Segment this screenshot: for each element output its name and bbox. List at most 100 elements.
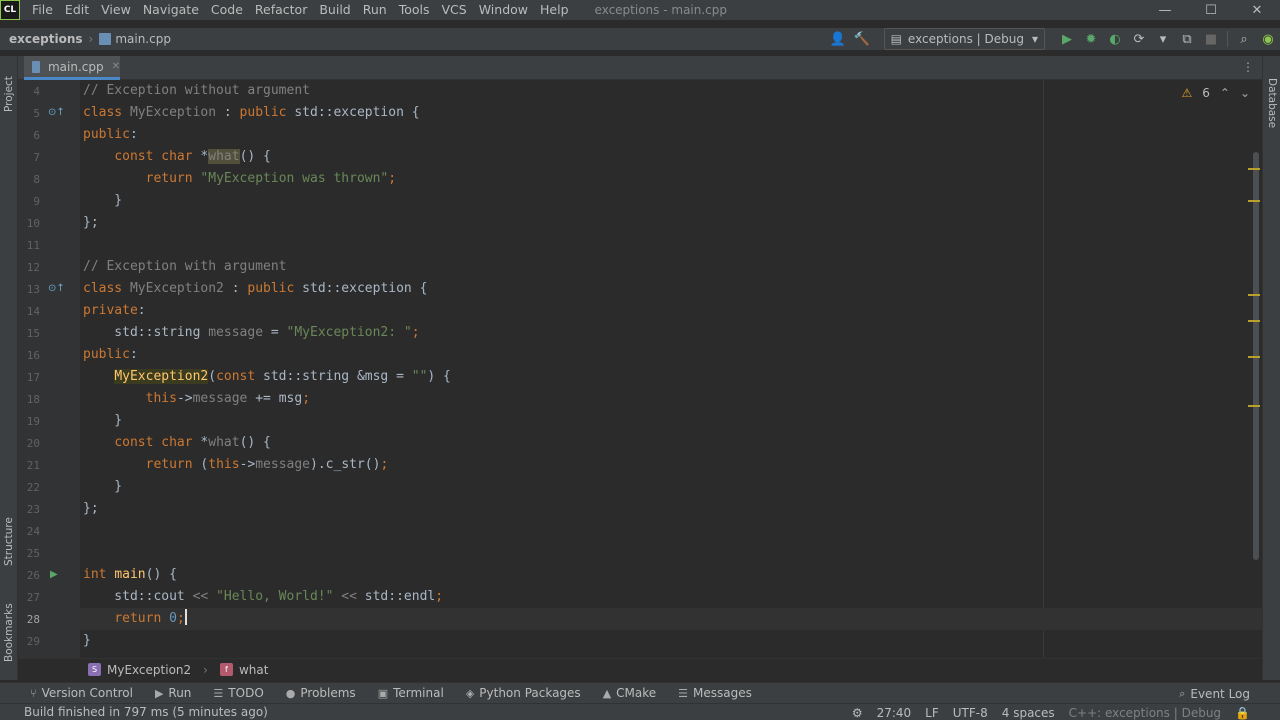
search-icon[interactable]: ⌕ xyxy=(1232,28,1256,50)
line-number[interactable]: 19 xyxy=(18,415,40,428)
bookmarks-tool-tab[interactable]: Bookmarks xyxy=(2,596,16,662)
build-hammer-icon[interactable]: 🔨 xyxy=(850,28,874,50)
menu-item-refactor[interactable]: Refactor xyxy=(249,0,313,20)
warning-mark[interactable] xyxy=(1248,294,1260,296)
previous-highlight-icon[interactable]: ⌃ xyxy=(1220,86,1230,100)
code-line[interactable]: // Exception with argument xyxy=(83,256,287,278)
menu-item-help[interactable]: Help xyxy=(534,0,575,20)
line-number[interactable]: 10 xyxy=(18,217,40,230)
event-log-button[interactable]: ⌕ Event Log xyxy=(1179,683,1250,704)
code-line[interactable]: }; xyxy=(83,498,99,520)
line-number[interactable]: 24 xyxy=(18,525,40,538)
line-number[interactable]: 12 xyxy=(18,261,40,274)
code-line[interactable]: } xyxy=(83,476,122,498)
status-message[interactable]: Build finished in 797 ms (5 minutes ago) xyxy=(24,705,268,719)
lock-icon[interactable]: 🔒 xyxy=(1235,706,1250,720)
more-vertical-icon[interactable]: ⋮ xyxy=(1242,60,1254,74)
line-number[interactable]: 21 xyxy=(18,459,40,472)
tool-window-problems[interactable]: ● Problems xyxy=(286,686,356,700)
menu-item-edit[interactable]: Edit xyxy=(59,0,95,20)
warning-mark[interactable] xyxy=(1248,168,1260,170)
menu-item-window[interactable]: Window xyxy=(473,0,534,20)
line-number[interactable]: 17 xyxy=(18,371,40,384)
tool-window-version-control[interactable]: ⑂ Version Control xyxy=(30,686,133,700)
code-line[interactable]: public: xyxy=(83,344,138,366)
line-separator[interactable]: LF xyxy=(925,706,939,720)
line-number[interactable]: 23 xyxy=(18,503,40,516)
tool-window-python-packages[interactable]: ◈ Python Packages xyxy=(466,686,581,700)
close-icon[interactable]: ✕ xyxy=(1234,0,1280,20)
code-line[interactable]: class MyException2 : public std::excepti… xyxy=(83,278,427,300)
implemented-icon[interactable]: ⊙↑ xyxy=(48,107,65,118)
close-tab-icon[interactable]: ✕ xyxy=(112,61,120,72)
caret-position[interactable]: 27:40 xyxy=(877,706,912,720)
tool-window-terminal[interactable]: ▣ Terminal xyxy=(378,686,444,700)
line-number[interactable]: 5 xyxy=(18,107,40,120)
tab-main-cpp[interactable]: main.cpp ✕ xyxy=(24,56,120,80)
inspection-widget[interactable]: ⚠ 6 ⌃ ⌄ xyxy=(1181,86,1250,100)
menu-item-view[interactable]: View xyxy=(95,0,137,20)
line-number[interactable]: 22 xyxy=(18,481,40,494)
code-line[interactable]: } xyxy=(83,410,122,432)
error-stripe[interactable] xyxy=(1248,80,1262,658)
menu-item-tools[interactable]: Tools xyxy=(393,0,436,20)
line-number[interactable]: 18 xyxy=(18,393,40,406)
warning-mark[interactable] xyxy=(1248,200,1260,202)
code-line[interactable]: int main() { xyxy=(83,564,177,586)
indent-setting[interactable]: 4 spaces xyxy=(1002,706,1055,720)
code-line[interactable]: return 0; xyxy=(83,608,187,630)
breadcrumb-item[interactable]: S MyException2 xyxy=(88,663,191,677)
menu-item-build[interactable]: Build xyxy=(313,0,356,20)
line-number[interactable]: 13 xyxy=(18,283,40,296)
maximize-icon[interactable]: ☐ xyxy=(1188,0,1234,20)
code-line[interactable]: return "MyException was thrown"; xyxy=(83,168,396,190)
line-number[interactable]: 6 xyxy=(18,129,40,142)
tool-window-cmake[interactable]: ▲ CMake xyxy=(603,686,656,700)
structure-tool-tab[interactable]: Structure xyxy=(2,506,16,566)
menu-item-vcs[interactable]: VCS xyxy=(436,0,473,20)
warning-mark[interactable] xyxy=(1248,320,1260,322)
line-number[interactable]: 25 xyxy=(18,547,40,560)
line-number[interactable]: 20 xyxy=(18,437,40,450)
nav-file[interactable]: main.cpp xyxy=(99,32,171,46)
menu-item-run[interactable]: Run xyxy=(357,0,393,20)
code-line[interactable]: const char *what() { xyxy=(83,146,271,168)
tool-window-run[interactable]: ▶ Run xyxy=(155,686,191,700)
code-line[interactable]: } xyxy=(83,190,122,212)
line-number[interactable]: 7 xyxy=(18,151,40,164)
more-run-icon[interactable]: ▾ xyxy=(1151,28,1175,50)
app-logo[interactable]: CL xyxy=(0,0,20,20)
line-number[interactable]: 14 xyxy=(18,305,40,318)
nav-project[interactable]: exceptions xyxy=(9,32,83,46)
code-line[interactable]: MyException2(const std::string &msg = ""… xyxy=(83,366,451,388)
minimize-icon[interactable]: — xyxy=(1142,0,1188,20)
profile-icon[interactable]: ⟳ xyxy=(1127,28,1151,50)
line-number[interactable]: 27 xyxy=(18,591,40,604)
menu-item-file[interactable]: File xyxy=(26,0,59,20)
run-config-select[interactable]: ▤ exceptions | Debug ▾ xyxy=(883,28,1045,50)
sync-icon[interactable]: ⚙ xyxy=(852,706,863,720)
code-line[interactable]: } xyxy=(83,630,91,652)
line-number[interactable]: 4 xyxy=(18,85,40,98)
line-number[interactable]: 28 xyxy=(18,613,40,626)
line-number[interactable]: 16 xyxy=(18,349,40,362)
code-line[interactable]: return (this->message).c_str(); xyxy=(83,454,389,476)
code-line[interactable]: class MyException : public std::exceptio… xyxy=(83,102,420,124)
code-line[interactable]: private: xyxy=(83,300,146,322)
debug-icon[interactable]: ✹ xyxy=(1079,28,1103,50)
menu-item-navigate[interactable]: Navigate xyxy=(137,0,205,20)
file-encoding[interactable]: UTF-8 xyxy=(953,706,988,720)
menu-item-code[interactable]: Code xyxy=(205,0,249,20)
code-line[interactable]: const char *what() { xyxy=(83,432,271,454)
code-line[interactable]: std::string message = "MyException2: "; xyxy=(83,322,419,344)
warning-mark[interactable] xyxy=(1248,405,1260,407)
stop-icon[interactable]: ■ xyxy=(1199,28,1223,50)
line-number[interactable]: 26 xyxy=(18,569,40,582)
implemented-icon[interactable]: ⊙↑ xyxy=(48,283,65,294)
code-line[interactable]: public: xyxy=(83,124,138,146)
code-line[interactable]: // Exception without argument xyxy=(83,80,310,102)
line-number[interactable]: 15 xyxy=(18,327,40,340)
code-line[interactable]: this->message += msg; xyxy=(83,388,310,410)
breadcrumb-item[interactable]: f what xyxy=(219,663,268,677)
project-tool-tab[interactable]: Project xyxy=(2,62,16,112)
